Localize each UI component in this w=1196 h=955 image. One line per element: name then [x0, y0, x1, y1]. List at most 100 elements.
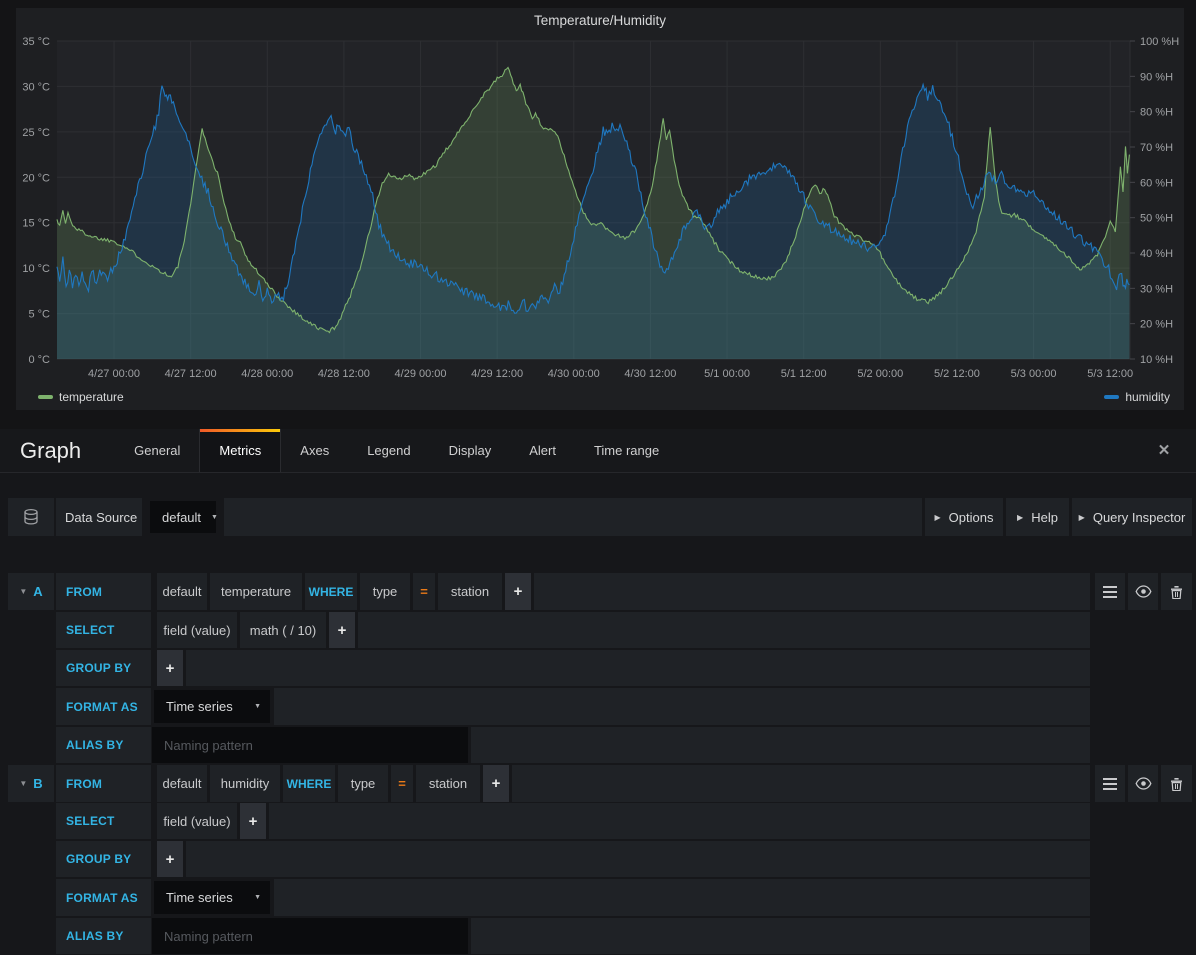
query-a-where-keyword[interactable]: WHERE	[305, 573, 357, 610]
query-a-alias-label-cell: ALIAS BY	[56, 727, 151, 763]
datasource-value: default	[162, 510, 201, 525]
format-as-value: Time series	[166, 890, 233, 905]
datasource-select[interactable]: default ▼	[150, 501, 216, 533]
svg-text:5/3 00:00: 5/3 00:00	[1011, 368, 1057, 380]
svg-text:100 %H: 100 %H	[1140, 36, 1179, 48]
query-a-from-db-segment[interactable]: default	[157, 573, 207, 610]
eye-icon	[1135, 777, 1152, 790]
query-b-where-key-segment[interactable]: type	[338, 765, 388, 802]
query-b-add-groupby-button[interactable]: +	[157, 841, 183, 877]
close-icon[interactable]: ✕	[1154, 441, 1174, 461]
query-b-where-operator[interactable]: =	[391, 765, 413, 802]
query-a-add-select-button[interactable]: +	[329, 612, 355, 648]
query-b-alias-input[interactable]	[152, 918, 468, 954]
legend-item-temperature[interactable]: temperature	[38, 390, 124, 404]
query-a-alias-row-filler	[471, 727, 1090, 763]
query-a-format-label-cell: FORMAT AS	[56, 688, 151, 725]
query-a-menu-button[interactable]	[1095, 573, 1125, 610]
query-b-where-value-segment[interactable]: station	[416, 765, 480, 802]
query-b-add-select-button[interactable]: +	[240, 803, 266, 839]
tab-general[interactable]: General	[115, 429, 199, 472]
tab-metrics-label: Metrics	[219, 443, 261, 458]
query-a-where-key-segment[interactable]: type	[360, 573, 410, 610]
tab-axes[interactable]: Axes	[281, 429, 348, 472]
query-a-delete-button[interactable]	[1161, 573, 1192, 610]
query-a-from-row-filler	[534, 573, 1090, 610]
tab-time-range[interactable]: Time range	[575, 429, 678, 472]
menu-icon	[1103, 586, 1117, 598]
query-b-alias-label-cell: ALIAS BY	[56, 918, 151, 954]
svg-text:4/28 12:00: 4/28 12:00	[318, 368, 370, 380]
humidity-series-swatch	[1104, 395, 1119, 399]
query-a-where-value-segment[interactable]: station	[438, 573, 502, 610]
query-a-select-math-segment[interactable]: math ( / 10)	[240, 612, 326, 648]
query-b-collapse-toggle[interactable]: ▼ B	[8, 765, 54, 802]
query-b-from-measurement-segment[interactable]: humidity	[210, 765, 280, 802]
query-b-format-as-select[interactable]: Time series ▼	[154, 881, 270, 914]
options-button[interactable]: ▶ Options	[925, 498, 1003, 536]
svg-text:50 %H: 50 %H	[1140, 213, 1173, 225]
svg-text:30 °C: 30 °C	[22, 81, 50, 93]
query-b-delete-button[interactable]	[1161, 765, 1192, 802]
tab-alert[interactable]: Alert	[510, 429, 575, 472]
tab-legend[interactable]: Legend	[348, 429, 429, 472]
query-b-format-row-filler	[274, 879, 1090, 916]
svg-text:70 %H: 70 %H	[1140, 142, 1173, 154]
query-a-add-groupby-button[interactable]: +	[157, 650, 183, 686]
query-a-select-row-filler	[358, 612, 1090, 648]
group-by-keyword: GROUP BY	[56, 661, 131, 675]
svg-text:20 %H: 20 %H	[1140, 319, 1173, 331]
svg-text:4/30 00:00: 4/30 00:00	[548, 368, 600, 380]
trash-icon	[1170, 585, 1183, 599]
query-b-from-db-segment[interactable]: default	[157, 765, 207, 802]
query-b-toggle-visibility-button[interactable]	[1128, 765, 1158, 802]
alias-by-keyword: ALIAS BY	[56, 738, 124, 752]
panel-type-title: Graph	[0, 429, 115, 472]
svg-text:10 %H: 10 %H	[1140, 354, 1173, 366]
timeseries-chart[interactable]: 0 °C5 °C10 °C15 °C20 °C25 °C30 °C35 °C10…	[16, 8, 1184, 410]
alias-by-keyword: ALIAS BY	[56, 929, 124, 943]
query-a-from-label-cell: FROM	[56, 573, 151, 610]
query-a-collapse-toggle[interactable]: ▼ A	[8, 573, 54, 610]
tab-metrics[interactable]: Metrics	[199, 429, 281, 472]
svg-text:5/3 12:00: 5/3 12:00	[1087, 368, 1133, 380]
query-a-alias-input[interactable]	[152, 727, 468, 763]
query-a-toggle-visibility-button[interactable]	[1128, 573, 1158, 610]
datasource-icon-cell	[8, 498, 54, 536]
query-a-format-as-select[interactable]: Time series ▼	[154, 690, 270, 723]
svg-text:5/2 00:00: 5/2 00:00	[857, 368, 903, 380]
svg-text:5/2 12:00: 5/2 12:00	[934, 368, 980, 380]
query-a-select-field-segment[interactable]: field (value)	[157, 612, 237, 648]
query-b-from-row-filler	[512, 765, 1090, 802]
chart-legend: temperature humidity	[16, 390, 1184, 406]
svg-text:30 %H: 30 %H	[1140, 283, 1173, 295]
help-button[interactable]: ▶ Help	[1006, 498, 1069, 536]
from-keyword: FROM	[56, 777, 102, 791]
query-b-add-where-button[interactable]: +	[483, 765, 509, 802]
query-b-menu-button[interactable]	[1095, 765, 1125, 802]
query-a-where-operator[interactable]: =	[413, 573, 435, 610]
query-b-format-label-cell: FORMAT AS	[56, 879, 151, 916]
query-b-from-label-cell: FROM	[56, 765, 151, 802]
svg-text:4/27 00:00: 4/27 00:00	[88, 368, 140, 380]
query-b-select-row-filler	[269, 803, 1090, 839]
query-a-from-measurement-segment[interactable]: temperature	[210, 573, 302, 610]
svg-text:4/30 12:00: 4/30 12:00	[624, 368, 676, 380]
query-b-select-field-segment[interactable]: field (value)	[157, 803, 237, 839]
query-b-where-keyword[interactable]: WHERE	[283, 765, 335, 802]
legend-item-humidity[interactable]: humidity	[1104, 390, 1170, 404]
svg-text:4/29 00:00: 4/29 00:00	[395, 368, 447, 380]
format-as-keyword: FORMAT AS	[56, 700, 138, 714]
svg-text:4/27 12:00: 4/27 12:00	[165, 368, 217, 380]
svg-text:60 %H: 60 %H	[1140, 177, 1173, 189]
tab-display[interactable]: Display	[430, 429, 511, 472]
query-inspector-button[interactable]: ▶ Query Inspector	[1072, 498, 1192, 536]
database-icon	[22, 508, 40, 526]
svg-text:15 °C: 15 °C	[22, 218, 50, 230]
help-button-label: Help	[1031, 510, 1058, 525]
select-keyword: SELECT	[56, 623, 115, 637]
query-a-groupby-label-cell: GROUP BY	[56, 650, 151, 686]
chevron-down-icon: ▼	[211, 514, 218, 521]
query-a-add-where-button[interactable]: +	[505, 573, 531, 610]
query-b-alias-row-filler	[471, 918, 1090, 954]
